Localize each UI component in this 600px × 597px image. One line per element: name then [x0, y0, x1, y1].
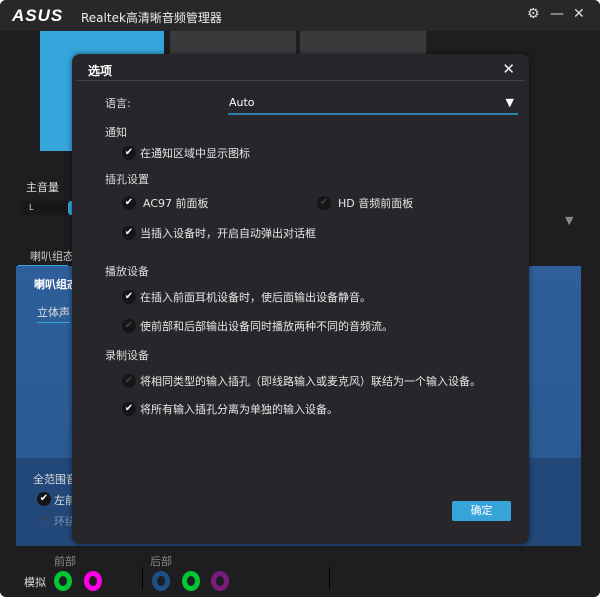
ac97-option[interactable]: ✔ AC97 前面板	[122, 195, 209, 211]
notify-option[interactable]: ✔ 在通知区域中显示图标	[122, 145, 250, 161]
front-jack-pink[interactable]	[84, 571, 102, 591]
minimize-icon[interactable]: —	[550, 6, 564, 22]
asus-logo: ASUS	[12, 6, 64, 25]
language-select[interactable]: Auto ▼	[228, 96, 518, 115]
app-title: Realtek高清晰音频管理器	[81, 11, 222, 25]
divider	[142, 567, 143, 589]
rear-jack-blue[interactable]	[152, 571, 170, 591]
volume-slider[interactable]: L	[20, 201, 80, 215]
gear-icon[interactable]: ⚙	[527, 6, 540, 22]
option-label: 在插入前面耳机设备时，使后面输出设备静音。	[140, 291, 371, 304]
checkbox[interactable]: ✔	[122, 374, 136, 388]
checkbox[interactable]: ✔	[122, 146, 136, 160]
checkbox[interactable]: ✔	[122, 290, 136, 304]
divider	[329, 567, 330, 589]
record-header: 录制设备	[105, 349, 149, 362]
ok-button[interactable]: 确定	[452, 501, 511, 521]
option-label: 当插入设备时，开启自动弹出对话框	[140, 227, 316, 240]
checkbox[interactable]: ✔	[122, 196, 136, 210]
auto-popup-option[interactable]: ✔ 当插入设备时，开启自动弹出对话框	[122, 225, 316, 241]
language-label: 语言:	[105, 97, 131, 110]
separate-inputs-option[interactable]: ✔ 将所有输入插孔分离为单独的输入设备。	[122, 401, 338, 417]
hd-option[interactable]: ✔ HD 音频前面板	[317, 195, 413, 211]
analog-label: 模拟	[24, 576, 46, 589]
front-jack-green[interactable]	[54, 571, 72, 591]
option-label: 将所有输入插孔分离为单独的输入设备。	[140, 403, 338, 416]
app-window: ASUS Realtek高清晰音频管理器 ⚙ — ✕ 主音量 L 喇叭组态 ▼ …	[0, 0, 600, 597]
checkbox[interactable]: ✔	[122, 319, 136, 333]
options-dialog: 选项 ✕ 语言: Auto ▼ 通知 ✔ 在通知区域中显示图标 插孔设置 ✔ AC97…	[72, 54, 529, 544]
option-label: HD 音频前面板	[338, 197, 414, 210]
slider-left-label: L	[29, 203, 34, 212]
chevron-down-icon: ▼	[505, 96, 514, 109]
option-label: 在通知区域中显示图标	[140, 147, 250, 160]
fullrange-label: 全范围音	[33, 473, 77, 486]
title-bar: ASUS Realtek高清晰音频管理器 ⚙ — ✕	[0, 0, 600, 31]
playback-header: 播放设备	[105, 265, 149, 278]
notify-header: 通知	[105, 126, 127, 139]
dialog-title: 选项	[88, 64, 113, 78]
chevron-down-icon[interactable]: ▼	[565, 214, 573, 227]
checkbox[interactable]: ✔	[122, 402, 136, 416]
rear-label: 后部	[150, 555, 172, 568]
master-volume-label: 主音量	[26, 181, 59, 194]
front-label: 前部	[54, 555, 76, 568]
speaker-select[interactable]: 立体声	[37, 304, 70, 323]
mute-rear-option[interactable]: ✔ 在插入前面耳机设备时，使后面输出设备静音。	[122, 289, 371, 305]
checkbox[interactable]: ✔	[122, 226, 136, 240]
front-lr-checkbox[interactable]: ✔	[37, 492, 51, 506]
checkbox[interactable]: ✔	[317, 196, 331, 210]
rear-jack-purple[interactable]	[211, 571, 229, 591]
title-divider	[76, 80, 525, 81]
surround-checkbox[interactable]: ✔	[37, 513, 51, 527]
close-icon[interactable]: ✕	[502, 60, 515, 78]
jack-header: 插孔设置	[105, 173, 149, 186]
rear-jack-green[interactable]	[182, 571, 200, 591]
language-value: Auto	[229, 96, 255, 109]
dual-stream-option[interactable]: ✔ 使前部和后部输出设备同时播放两种不同的音频流。	[122, 318, 393, 334]
combine-inputs-option[interactable]: ✔ 将相同类型的输入插孔（即线路输入或麦克风）联结为一个输入设备。	[122, 373, 481, 389]
tab-speaker-config[interactable]: 喇叭组态	[30, 248, 74, 264]
close-icon[interactable]: ✕	[573, 6, 585, 22]
option-label: 使前部和后部输出设备同时播放两种不同的音频流。	[140, 320, 393, 333]
option-label: 将相同类型的输入插孔（即线路输入或麦克风）联结为一个输入设备。	[140, 375, 481, 388]
option-label: AC97 前面板	[143, 197, 209, 210]
